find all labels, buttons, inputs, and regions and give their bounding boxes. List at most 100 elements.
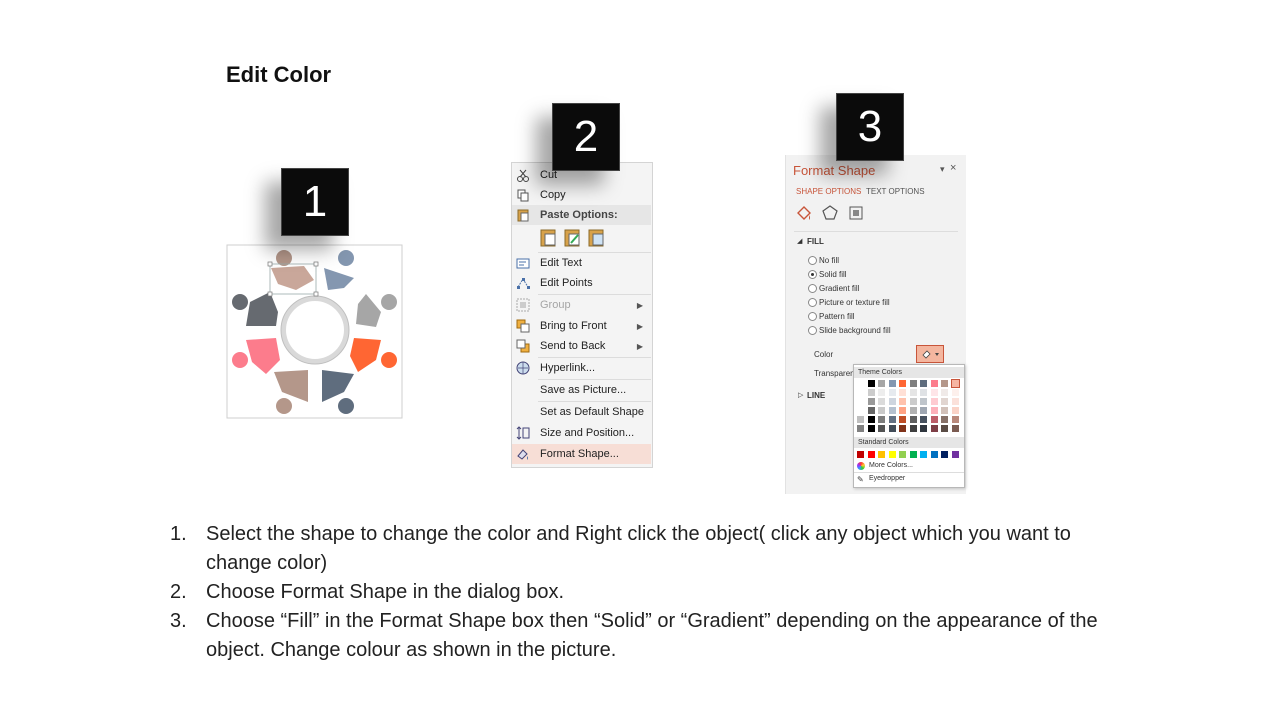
color-swatch[interactable] — [878, 389, 885, 396]
color-swatch[interactable] — [920, 380, 927, 387]
color-swatch[interactable] — [909, 398, 917, 405]
menu-item-edit-points[interactable]: Edit Points — [512, 273, 651, 293]
color-swatch[interactable] — [951, 416, 959, 423]
color-swatch[interactable] — [867, 389, 875, 396]
color-swatch[interactable] — [909, 416, 917, 423]
collapse-arrow-icon[interactable]: ◢ — [797, 237, 802, 245]
color-swatch[interactable] — [909, 380, 917, 387]
size-properties-icon[interactable] — [848, 205, 864, 223]
color-swatch[interactable] — [899, 380, 906, 387]
paste-option-icon[interactable] — [564, 229, 582, 250]
color-swatch[interactable] — [941, 389, 948, 396]
color-swatch[interactable] — [920, 425, 927, 432]
circular-diagram[interactable] — [226, 242, 404, 420]
close-icon[interactable]: × — [950, 162, 956, 174]
color-swatch[interactable] — [941, 380, 948, 387]
color-swatch[interactable] — [899, 389, 906, 396]
color-swatch[interactable] — [909, 407, 917, 414]
paste-option-icon[interactable] — [588, 229, 606, 250]
menu-item-set-default-shape[interactable]: Set as Default Shape — [512, 402, 651, 422]
color-swatch[interactable] — [941, 425, 948, 432]
color-swatch[interactable] — [951, 425, 959, 432]
standard-color-swatch[interactable] — [941, 451, 948, 458]
paste-option-icon[interactable] — [540, 229, 558, 250]
standard-color-swatch[interactable] — [899, 451, 906, 458]
color-swatch[interactable] — [899, 407, 906, 414]
color-swatch[interactable] — [867, 425, 875, 432]
fill-line-icon[interactable] — [796, 205, 812, 223]
menu-item-edit-text[interactable]: Edit Text — [512, 253, 651, 273]
color-swatch[interactable] — [888, 407, 896, 414]
standard-color-swatch[interactable] — [878, 451, 885, 458]
color-swatch[interactable] — [878, 398, 885, 405]
color-swatch[interactable] — [857, 389, 864, 396]
effects-icon[interactable] — [822, 205, 838, 223]
color-swatch[interactable] — [857, 416, 864, 423]
color-swatch[interactable] — [951, 398, 959, 405]
standard-color-swatch[interactable] — [930, 451, 938, 458]
color-swatch[interactable] — [930, 407, 938, 414]
color-swatch[interactable] — [857, 425, 864, 432]
color-swatch[interactable] — [857, 380, 864, 387]
color-swatch[interactable] — [930, 425, 938, 432]
standard-color-swatch[interactable] — [920, 451, 927, 458]
standard-color-swatch[interactable] — [857, 451, 864, 458]
color-swatch[interactable] — [878, 416, 885, 423]
tab-shape-options[interactable]: SHAPE OPTIONS — [796, 187, 861, 196]
color-swatch[interactable] — [950, 379, 960, 388]
color-swatch[interactable] — [920, 416, 927, 423]
color-swatch[interactable] — [857, 407, 864, 414]
color-swatch[interactable] — [857, 398, 864, 405]
color-swatch[interactable] — [941, 398, 948, 405]
expand-arrow-icon[interactable]: ▷ — [798, 391, 803, 399]
standard-color-swatch[interactable] — [867, 451, 875, 458]
color-swatch[interactable] — [951, 389, 959, 396]
color-swatch[interactable] — [920, 398, 927, 405]
color-swatch[interactable] — [867, 407, 875, 414]
color-swatch[interactable] — [909, 389, 917, 396]
more-colors-link[interactable]: More Colors... — [869, 462, 913, 469]
color-swatch[interactable] — [867, 380, 875, 387]
color-swatch[interactable] — [899, 398, 906, 405]
color-swatch[interactable] — [930, 398, 938, 405]
line-section-header[interactable]: LINE — [807, 391, 825, 400]
color-swatch[interactable] — [920, 407, 927, 414]
standard-color-swatch[interactable] — [951, 451, 959, 458]
menu-item-save-as-picture[interactable]: Save as Picture... — [512, 380, 651, 400]
menu-item-bring-to-front[interactable]: Bring to Front ▶ — [512, 316, 651, 336]
segment-bottom-right — [322, 370, 354, 402]
color-swatch[interactable] — [951, 407, 959, 414]
menu-item-send-to-back[interactable]: Send to Back ▶ — [512, 336, 651, 356]
color-swatch[interactable] — [867, 398, 875, 405]
color-swatch[interactable] — [920, 389, 927, 396]
color-swatch[interactable] — [888, 425, 896, 432]
menu-item-copy[interactable]: Copy — [512, 185, 651, 205]
submenu-arrow-icon: ▶ — [636, 321, 643, 331]
color-swatch[interactable] — [888, 416, 896, 423]
color-swatch[interactable] — [930, 380, 938, 387]
menu-item-size-and-position[interactable]: Size and Position... — [512, 423, 651, 443]
color-picker-button[interactable] — [916, 345, 944, 363]
eyedropper-option[interactable]: Eyedropper — [869, 475, 905, 482]
menu-item-format-shape[interactable]: Format Shape... — [512, 444, 651, 464]
color-swatch[interactable] — [878, 380, 885, 387]
color-swatch[interactable] — [930, 416, 938, 423]
color-swatch[interactable] — [941, 416, 948, 423]
standard-color-swatch[interactable] — [909, 451, 917, 458]
menu-item-hyperlink[interactable]: Hyperlink... — [512, 358, 651, 378]
color-swatch[interactable] — [878, 425, 885, 432]
standard-color-swatch[interactable] — [888, 451, 896, 458]
tab-text-options[interactable]: TEXT OPTIONS — [866, 187, 925, 196]
color-swatch[interactable] — [899, 416, 906, 423]
color-swatch[interactable] — [878, 407, 885, 414]
fill-section-header[interactable]: FILL — [807, 237, 824, 246]
color-swatch[interactable] — [909, 425, 917, 432]
color-swatch[interactable] — [930, 389, 938, 396]
color-swatch[interactable] — [888, 389, 896, 396]
color-swatch[interactable] — [888, 398, 896, 405]
color-swatch[interactable] — [899, 425, 906, 432]
dropdown-icon[interactable]: ▾ — [940, 164, 945, 175]
color-swatch[interactable] — [888, 380, 896, 387]
color-swatch[interactable] — [941, 407, 948, 414]
color-swatch[interactable] — [867, 416, 875, 423]
